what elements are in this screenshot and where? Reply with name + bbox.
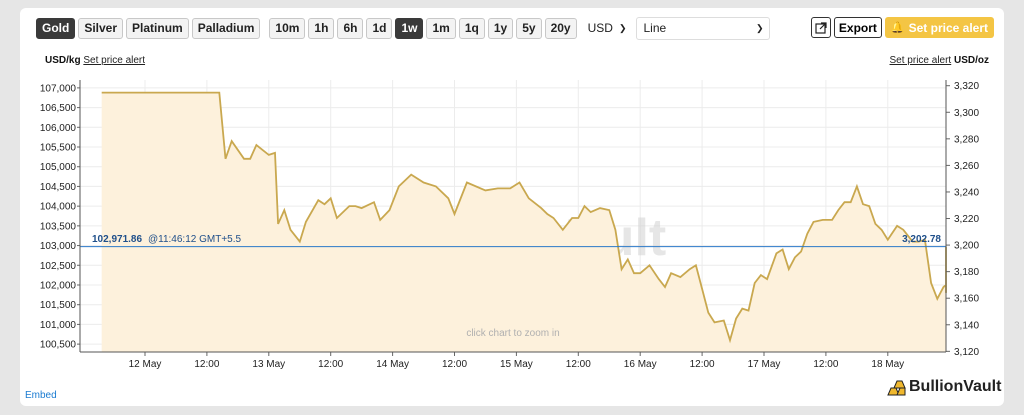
x-tick-label: 16 May	[624, 359, 657, 370]
price-chart[interactable]: BullionVault 102,971.86 @11:46:12 GMT+5.…	[0, 0, 1024, 415]
y-tick-label-right: 3,300	[954, 108, 979, 119]
current-price-oz: 3,202.78	[902, 234, 941, 245]
y-tick-label-left: 101,000	[40, 320, 77, 331]
bullionvault-logo[interactable]: BullionVault	[886, 377, 1001, 397]
y-tick-label-left: 100,500	[40, 340, 77, 351]
y-tick-label-right: 3,160	[954, 294, 979, 305]
x-tick-label: 15 May	[500, 359, 533, 370]
embed-link[interactable]: Embed	[25, 390, 57, 401]
y-tick-label-left: 104,500	[40, 182, 77, 193]
y-tick-label-right: 3,200	[954, 241, 979, 252]
y-tick-label-right: 3,260	[954, 161, 979, 172]
x-tick-label: 12:00	[813, 359, 838, 370]
x-tick-label: 12:00	[318, 359, 343, 370]
y-tick-label-right: 3,140	[954, 320, 979, 331]
y-tick-label-left: 102,000	[40, 280, 77, 291]
y-tick-label-left: 103,000	[40, 241, 77, 252]
y-tick-label-right: 3,240	[954, 187, 979, 198]
y-tick-label-left: 106,000	[40, 123, 77, 134]
y-tick-label-right: 3,120	[954, 347, 979, 358]
y-tick-label-left: 101,500	[40, 300, 77, 311]
y-tick-label-left: 107,000	[40, 83, 77, 94]
price-area	[101, 92, 946, 352]
x-tick-label: 18 May	[871, 359, 904, 370]
gold-bars-icon	[887, 380, 906, 396]
y-tick-label-left: 102,500	[40, 261, 77, 272]
y-tick-label-right: 3,180	[954, 267, 979, 278]
y-tick-label-left: 104,000	[40, 202, 77, 213]
y-tick-label-left: 106,500	[40, 103, 77, 114]
x-tick-label: 13 May	[252, 359, 285, 370]
current-price-kg: 102,971.86	[92, 234, 142, 245]
x-tick-label: 12:00	[442, 359, 467, 370]
logo-text: BullionVault	[909, 378, 1002, 395]
y-tick-label-right: 3,220	[954, 214, 979, 225]
y-tick-label-left: 103,500	[40, 221, 77, 232]
zoom-hint: click chart to zoom in	[466, 328, 559, 339]
x-tick-label: 12:00	[194, 359, 219, 370]
x-tick-label: 12:00	[566, 359, 591, 370]
x-tick-label: 12:00	[690, 359, 715, 370]
current-time: @11:46:12 GMT+5.5	[148, 234, 242, 245]
x-tick-label: 12 May	[129, 359, 162, 370]
x-tick-label: 17 May	[748, 359, 781, 370]
y-tick-label-right: 3,280	[954, 134, 979, 145]
x-tick-label: 14 May	[376, 359, 409, 370]
y-tick-label-right: 3,320	[954, 81, 979, 92]
y-tick-label-left: 105,500	[40, 143, 77, 154]
y-tick-label-left: 105,000	[40, 162, 77, 173]
